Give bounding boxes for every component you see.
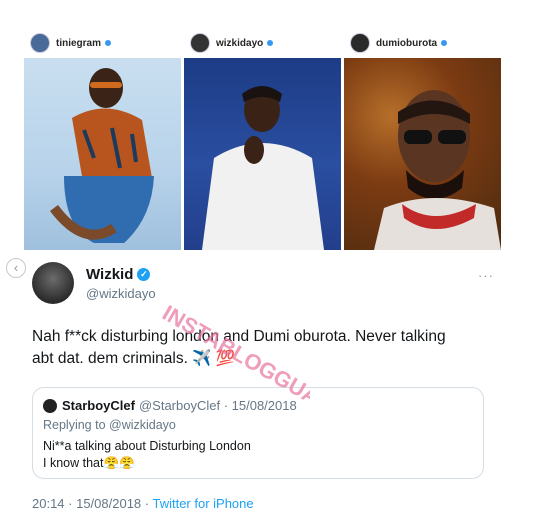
profile-photo bbox=[344, 58, 501, 250]
profile-header: dumioburota bbox=[344, 28, 501, 58]
tweet-card: Wizkid ✓ @wizkidayo ··· Nah f**ck distur… bbox=[24, 260, 504, 520]
carousel-prev-button[interactable]: ‹ bbox=[6, 258, 26, 278]
verified-icon bbox=[105, 40, 112, 46]
quoted-tweet-header: StarboyClef @StarboyClef · 15/08/2018 bbox=[43, 398, 297, 413]
tweet-timestamp[interactable]: 20:14 · 15/08/2018 · bbox=[32, 496, 152, 511]
profile-photo bbox=[24, 58, 181, 250]
verified-icon bbox=[441, 40, 448, 46]
verified-icon: ✓ bbox=[137, 268, 151, 281]
quoted-meta: @StarboyClef · 15/08/2018 bbox=[138, 398, 297, 413]
profile-header: wizkidayo bbox=[184, 28, 341, 58]
person-illustration bbox=[374, 90, 501, 250]
verified-icon bbox=[267, 40, 274, 46]
quoted-text-line: Ni**a talking about Disturbing London bbox=[43, 439, 251, 453]
more-options-icon[interactable]: ··· bbox=[478, 268, 494, 283]
profile-card-wizkidayo[interactable]: wizkidayo bbox=[184, 28, 341, 250]
profile-username: tiniegram bbox=[56, 37, 102, 49]
person-illustration bbox=[50, 68, 154, 243]
quoted-tweet-text: Ni**a talking about Disturbing London I … bbox=[43, 438, 251, 472]
tweet-display-name[interactable]: Wizkid ✓ bbox=[86, 266, 151, 283]
avatar bbox=[30, 33, 50, 53]
profile-card-tiniegram[interactable]: tiniegram bbox=[24, 28, 181, 250]
avatar bbox=[350, 33, 370, 53]
tweet-text-line: Nah f**ck disturbing london and Dumi obu… bbox=[32, 328, 446, 345]
avatar bbox=[190, 33, 210, 53]
quoted-text-line: I know that😤😤 bbox=[43, 456, 135, 470]
tweet-footer: 20:14 · 15/08/2018 · Twitter for iPhone bbox=[32, 496, 254, 511]
quoted-display-name: StarboyClef bbox=[62, 398, 135, 413]
profile-photo bbox=[184, 58, 341, 250]
tweet-text: Nah f**ck disturbing london and Dumi obu… bbox=[32, 326, 502, 370]
tweet-client-link[interactable]: Twitter for iPhone bbox=[152, 496, 253, 511]
replying-to: Replying to @wizkidayo bbox=[43, 418, 176, 432]
tweet-handle[interactable]: @wizkidayo bbox=[86, 286, 156, 301]
tweet-text-line: abt dat. dem criminals. ✈️ 💯 bbox=[32, 350, 236, 367]
profile-card-dumioburota[interactable]: dumioburota bbox=[344, 28, 501, 250]
person-illustration bbox=[202, 86, 324, 250]
avatar[interactable] bbox=[32, 262, 74, 304]
profile-username: dumioburota bbox=[376, 37, 438, 49]
avatar bbox=[43, 398, 57, 413]
display-name-text: Wizkid bbox=[86, 266, 134, 283]
profile-username: wizkidayo bbox=[216, 37, 264, 49]
instagram-profiles: tiniegram wizkidayo dumioburota bbox=[24, 28, 501, 250]
profile-header: tiniegram bbox=[24, 28, 181, 58]
quoted-tweet[interactable]: StarboyClef @StarboyClef · 15/08/2018 Re… bbox=[32, 387, 484, 479]
